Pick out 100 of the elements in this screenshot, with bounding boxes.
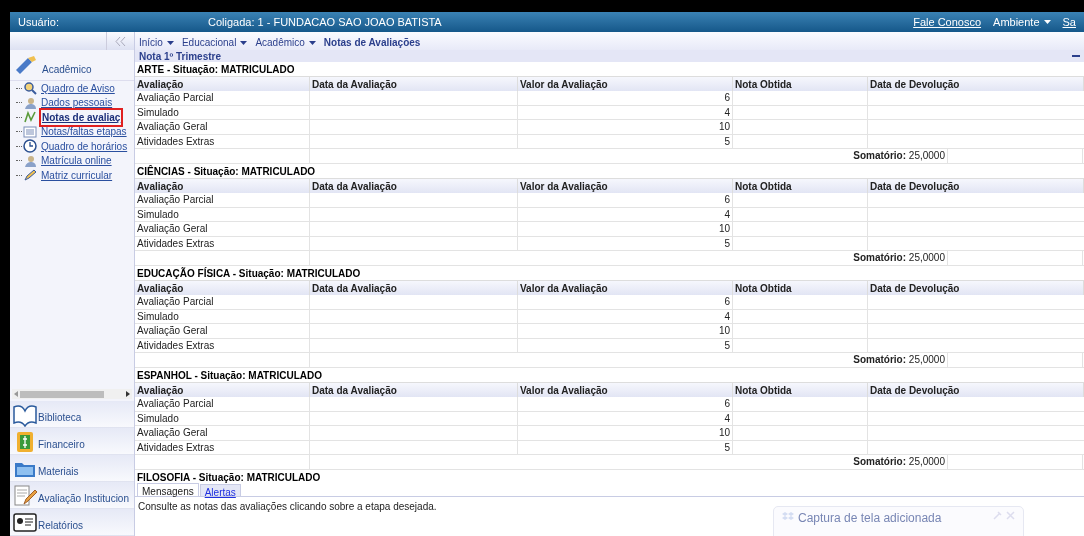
sidebar-link[interactable]: Notas/faltas etapas: [41, 124, 127, 140]
table-cell: 10: [518, 426, 733, 440]
sidebar-link[interactable]: Notas de avaliaç: [41, 109, 122, 125]
table-cell: 10: [518, 324, 733, 338]
environment-menu[interactable]: Ambiente: [993, 13, 1051, 31]
panel-title: Nota 1º Trimestre: [139, 49, 222, 64]
column-header: Valor da Avaliação: [518, 179, 733, 193]
book-icon: [12, 403, 38, 427]
column-header: Nota Obtida: [733, 383, 868, 397]
column-header: Data da Avaliação: [310, 77, 518, 91]
caret-icon: [240, 40, 248, 45]
top-link[interactable]: Sa: [1062, 13, 1076, 31]
close-icon[interactable]: [1006, 511, 1015, 520]
module-button[interactable]: Biblioteca: [10, 401, 134, 428]
column-header: Nota Obtida: [733, 179, 868, 193]
total-cell-text: Somatório: 25,0000: [853, 251, 945, 266]
magnifier-icon: [23, 81, 37, 96]
table-cell: 5: [518, 338, 733, 352]
module-button[interactable]: Relatórios: [10, 509, 134, 536]
document-pencil-icon: [12, 484, 38, 508]
sidebar-link[interactable]: Matrícula online: [41, 153, 112, 169]
breadcrumb-menu[interactable]: Início: [139, 35, 174, 50]
column-header: Data da Avaliação: [310, 281, 518, 295]
column-header: Data de Devolução: [868, 383, 1084, 397]
column-header: Data de Devolução: [868, 281, 1084, 295]
sidebar-link[interactable]: Quadro de horários: [41, 138, 128, 154]
double-chevron-left-icon: [114, 36, 127, 46]
module-button[interactable]: Financeiro: [10, 428, 134, 455]
chart-icon: [23, 110, 37, 125]
caret-icon: [1043, 20, 1051, 24]
table-cell: Avaliação Geral: [135, 324, 310, 338]
clock-icon: [23, 139, 37, 154]
caret-icon: [308, 40, 316, 45]
column-header: Avaliação: [135, 281, 310, 295]
person-icon: [23, 95, 37, 110]
table-cell: Avaliação Parcial: [135, 397, 310, 411]
subject-title: ESPANHOL - Situação: MATRICULADO: [137, 368, 322, 383]
module-button[interactable]: Avaliação Institucion: [10, 482, 134, 509]
list-icon: [23, 124, 37, 139]
table-cell: Avaliação Parcial: [135, 295, 310, 309]
message-tab[interactable]: Mensagens: [137, 483, 199, 496]
table-cell: 4: [518, 207, 733, 221]
table-cell: Avaliação Parcial: [135, 91, 310, 105]
person-icon: [23, 153, 37, 168]
toast-title: Captura de tela adicionada: [798, 511, 943, 525]
total-cell-text: Somatório: 25,0000: [853, 455, 945, 470]
message-text: Consulte as notas das avaliações clicando sobre a etapa desejada.: [138, 501, 437, 512]
column-header: Avaliação: [135, 77, 310, 91]
table-cell: Avaliação Parcial: [135, 193, 310, 207]
user-label: Usuário:: [18, 14, 60, 30]
table-cell: Atividades Extras: [135, 236, 310, 250]
table-cell: 5: [518, 236, 733, 250]
top-link[interactable]: Fale Conosco: [913, 13, 982, 31]
module-button[interactable]: Materiais: [10, 455, 134, 482]
breadcrumb-current: Notas de Avaliações: [323, 36, 421, 50]
table-cell: 6: [518, 295, 733, 309]
table-cell: Atividades Extras: [135, 440, 310, 454]
total-cell-text: Somatório: 25,0000: [853, 149, 945, 164]
column-header: Nota Obtida: [733, 281, 868, 295]
table-cell: 10: [518, 222, 733, 236]
scroll-right-icon[interactable]: [125, 391, 131, 397]
table-cell: Simulado: [135, 207, 310, 221]
scroll-left-icon[interactable]: [13, 391, 19, 397]
column-header: Valor da Avaliação: [518, 77, 733, 91]
table-cell: 4: [518, 105, 733, 119]
sidebar-link[interactable]: Quadro de Aviso: [41, 80, 115, 96]
table-cell: Simulado: [135, 105, 310, 119]
column-header: Valor da Avaliação: [518, 383, 733, 397]
table-cell: 4: [518, 309, 733, 323]
subject-title: FILOSOFIA - Situação: MATRICULADO: [137, 470, 321, 484]
caret-icon: [166, 40, 174, 45]
box-icon: [782, 511, 794, 523]
column-header: Data de Devolução: [868, 77, 1084, 91]
sidebar-link[interactable]: Matriz curricular: [41, 167, 113, 183]
table-cell: 6: [518, 397, 733, 411]
column-header: Avaliação: [135, 383, 310, 397]
column-header: Nota Obtida: [733, 77, 868, 91]
total-cell-text: Somatório: 25,0000: [853, 353, 945, 368]
table-cell: Simulado: [135, 309, 310, 323]
breadcrumb-menu[interactable]: Acadêmico: [255, 35, 316, 50]
table-cell: Atividades Extras: [135, 134, 310, 148]
table-cell: Avaliação Geral: [135, 120, 310, 134]
minimize-icon[interactable]: [1072, 54, 1080, 58]
subject-title: EDUCAÇÃO FÍSICA - Situação: MATRICULADO: [137, 266, 361, 281]
column-header: Valor da Avaliação: [518, 281, 733, 295]
table-cell: 10: [518, 120, 733, 134]
table-cell: 6: [518, 193, 733, 207]
id-card-icon: [12, 511, 38, 535]
pencil-icon: [23, 168, 37, 183]
table-cell: 4: [518, 411, 733, 425]
column-header: Data de Devolução: [868, 179, 1084, 193]
column-header: Avaliação: [135, 179, 310, 193]
table-cell: Avaliação Geral: [135, 222, 310, 236]
table-cell: 6: [518, 91, 733, 105]
breadcrumb-menu[interactable]: Educacional: [181, 35, 248, 50]
institution-label: Coligada: 1 - FUNDACAO SAO JOAO BATISTA: [208, 14, 443, 30]
subject-title: CIÊNCIAS - Situação: MATRICULADO: [137, 164, 316, 179]
horizontal-scrollbar[interactable]: [12, 389, 132, 399]
sidebar-link[interactable]: Dados pessoais: [41, 95, 113, 111]
message-tab[interactable]: Alertas: [199, 484, 241, 496]
